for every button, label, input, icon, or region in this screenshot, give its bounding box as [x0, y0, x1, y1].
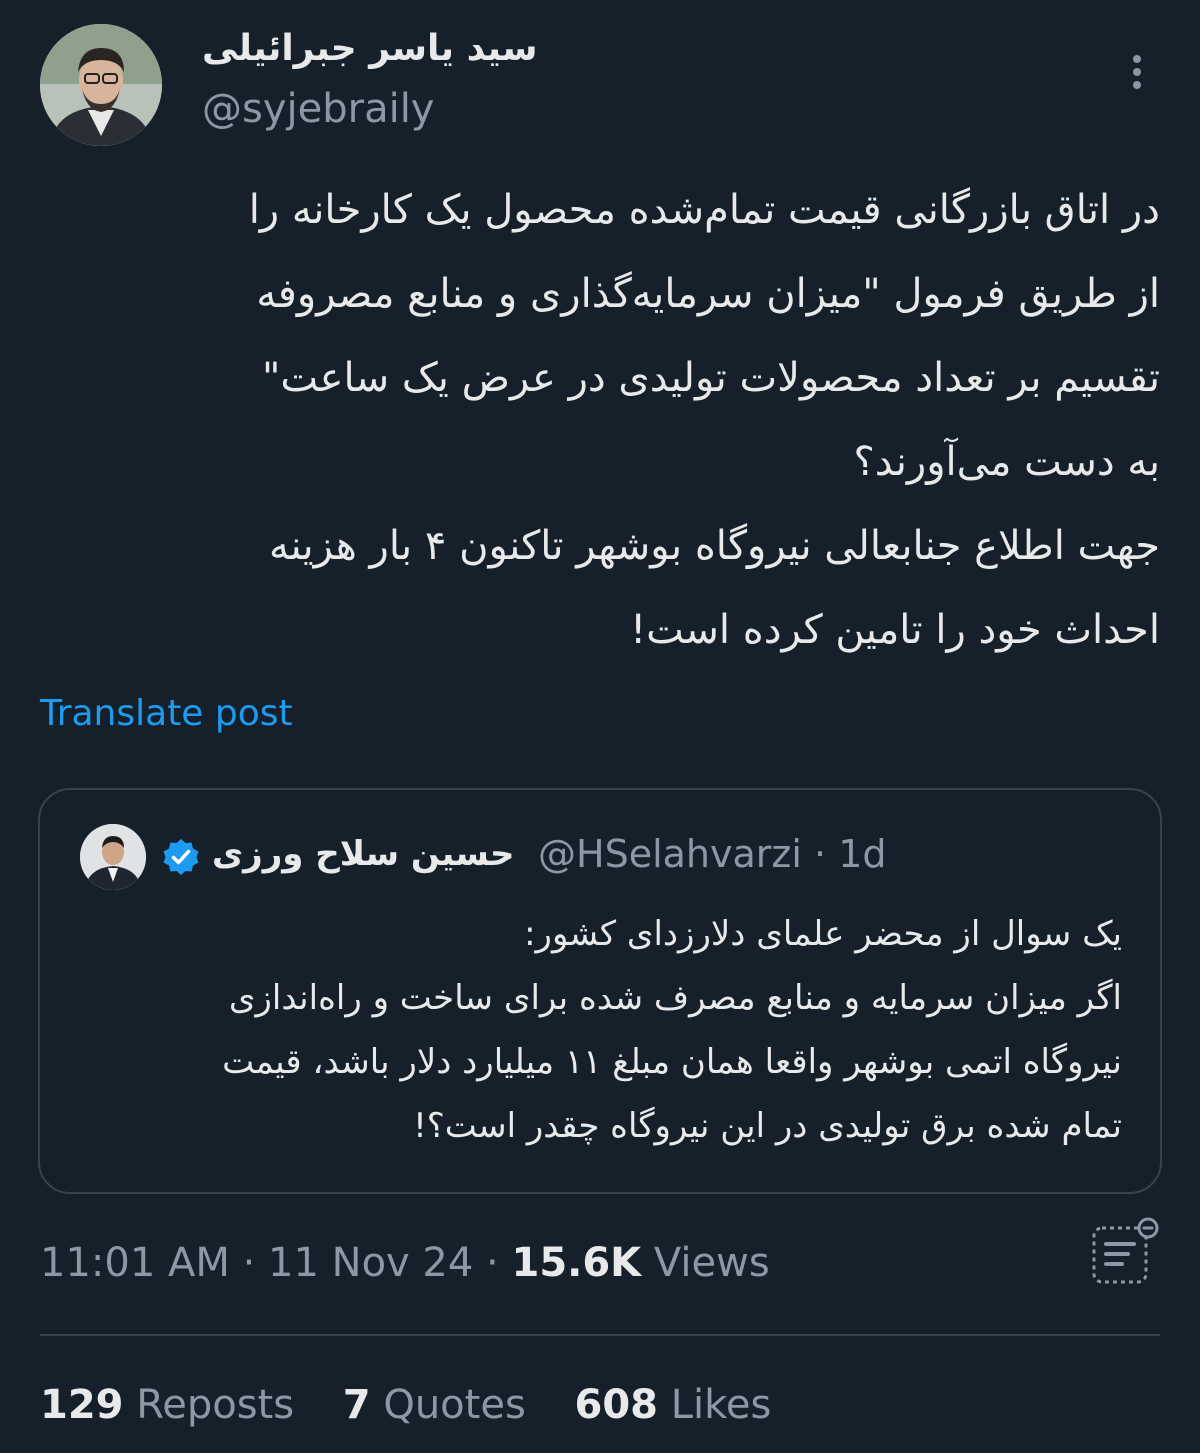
- quote-author-avatar[interactable]: [80, 824, 146, 890]
- quote-author-name[interactable]: حسین سلاح ورزی: [212, 834, 514, 874]
- views-count: 15.6K: [511, 1240, 642, 1286]
- quote-author-handle[interactable]: @HSelahvarzi: [538, 832, 802, 876]
- quotes-stat[interactable]: 7 Quotes: [343, 1382, 526, 1428]
- quote-age[interactable]: 1d: [838, 832, 886, 876]
- quote-text: یک سوال از محضر علمای دلارزدای کشور: اگر…: [222, 914, 1122, 1146]
- reposts-count: 129: [40, 1382, 124, 1428]
- reposts-stat[interactable]: 129 Reposts: [40, 1382, 294, 1428]
- author-handle[interactable]: @syjebraily: [202, 86, 434, 132]
- quote-author-meta: @HSelahvarzi · 1d: [538, 832, 887, 876]
- tweet-time[interactable]: 11:01 AM: [40, 1240, 230, 1286]
- likes-label: Likes: [670, 1382, 772, 1428]
- more-vertical-icon[interactable]: [1120, 52, 1154, 92]
- engagement-stats: 129 Reposts 7 Quotes 608 Likes: [40, 1382, 807, 1428]
- tweet-date[interactable]: 11 Nov 24: [268, 1240, 473, 1286]
- likes-stat[interactable]: 608 Likes: [575, 1382, 772, 1428]
- meta-separator: ·: [242, 1240, 256, 1286]
- likes-count: 608: [574, 1382, 659, 1428]
- meta-separator: ·: [486, 1240, 499, 1286]
- bookmark-analytics-icon[interactable]: [1088, 1214, 1162, 1288]
- author-display-name[interactable]: سید یاسر جبرائیلی: [202, 28, 538, 69]
- author-avatar-image: [40, 24, 162, 146]
- translate-post-link[interactable]: Translate post: [40, 693, 293, 734]
- verified-badge-icon: [162, 838, 200, 876]
- tweet-meta: 11:01 AM · 11 Nov 24 · 15.6K Views: [40, 1240, 770, 1286]
- reposts-label: Reposts: [136, 1382, 295, 1428]
- quoted-tweet-card[interactable]: حسین سلاح ورزی @HSelahvarzi · 1d یک سوال…: [38, 788, 1162, 1194]
- quote-avatar-image: [80, 824, 146, 890]
- quotes-count: 7: [342, 1382, 371, 1428]
- views-label: Views: [653, 1240, 770, 1286]
- quotes-label: Quotes: [383, 1382, 526, 1428]
- author-avatar[interactable]: [40, 24, 162, 146]
- divider: [40, 1334, 1160, 1336]
- quote-separator: ·: [814, 832, 827, 876]
- tweet-text: در اتاق بازرگانی قیمت تمام‌شده محصول یک …: [248, 187, 1160, 653]
